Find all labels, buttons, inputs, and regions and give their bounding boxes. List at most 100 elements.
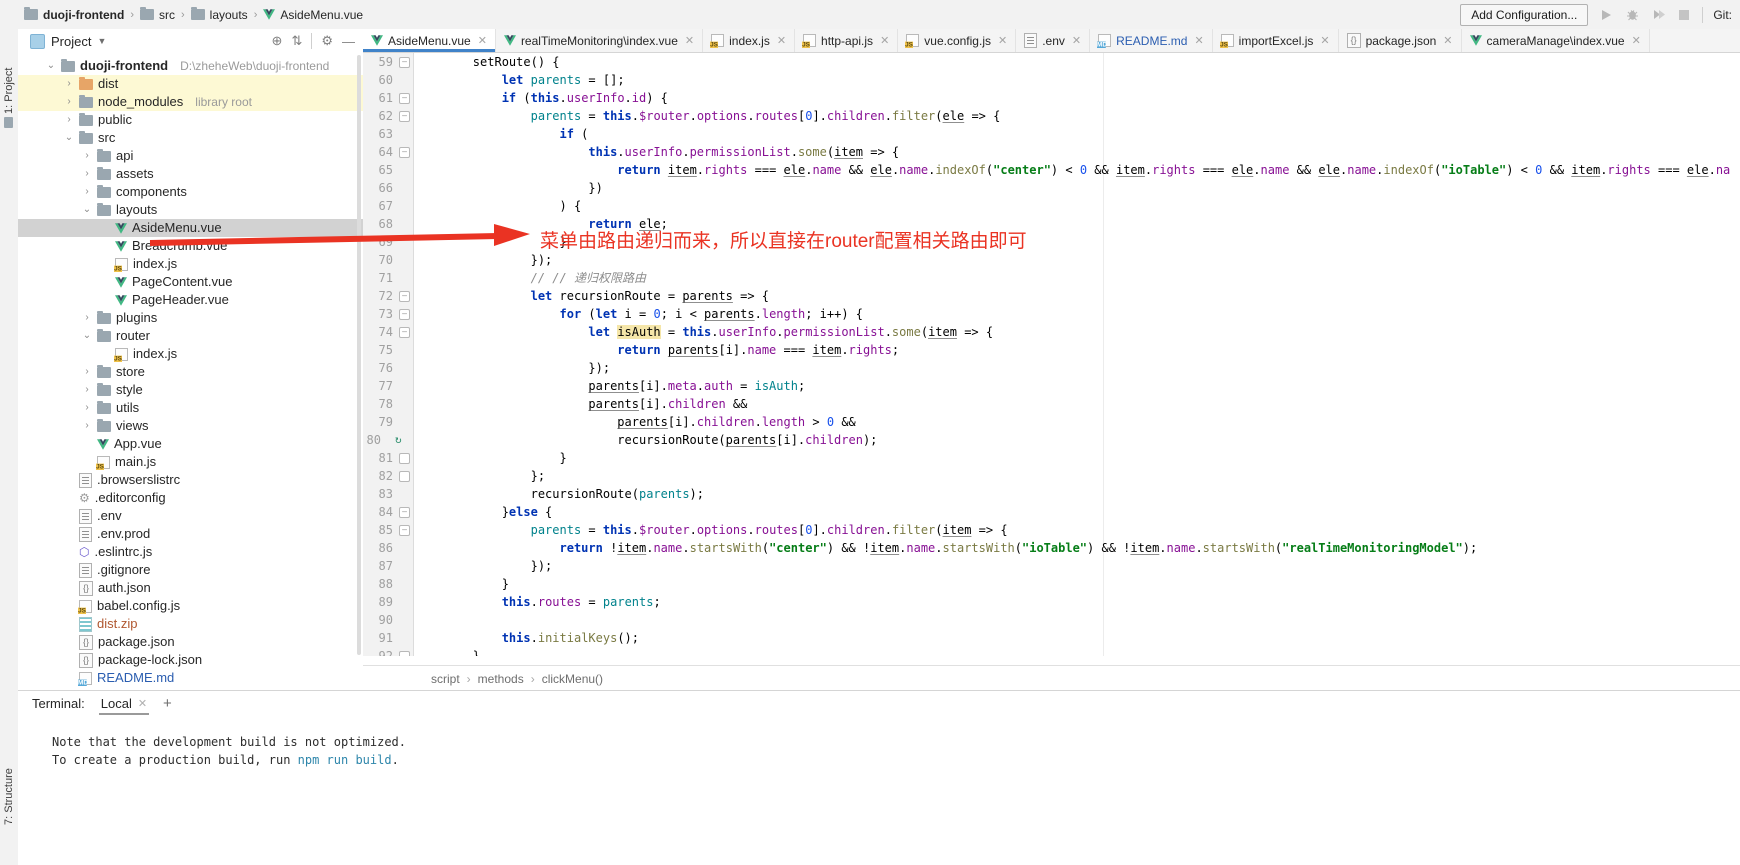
chevron-expanded-icon[interactable]: ⌄ (46, 57, 56, 75)
tree-item-views[interactable]: ›views (18, 417, 363, 435)
tree-item-components[interactable]: ›components (18, 183, 363, 201)
tree-item-dist[interactable]: ›dist (18, 75, 363, 93)
breadcrumb-item[interactable]: layouts (191, 8, 248, 22)
locate-icon[interactable]: ⊕ (272, 33, 283, 49)
chevron-expanded-icon[interactable]: ⌄ (82, 201, 92, 219)
fold-marker-icon[interactable]: – (399, 57, 410, 68)
fold-marker-icon[interactable]: – (399, 327, 410, 338)
editor-tab-asidemenu-vue[interactable]: AsideMenu.vue✕ (363, 29, 496, 52)
close-icon[interactable]: ✕ (777, 34, 786, 47)
close-icon[interactable]: ✕ (880, 34, 889, 47)
editor-tab-index-js[interactable]: JSindex.js✕ (703, 29, 795, 52)
chevron-collapsed-icon[interactable]: › (82, 363, 92, 381)
chevron-collapsed-icon[interactable]: › (82, 309, 92, 327)
coverage-icon[interactable] (1650, 7, 1666, 23)
fold-marker-icon[interactable] (399, 453, 410, 464)
project-scrollbar[interactable] (357, 55, 361, 655)
editor-breadcrumb-item[interactable]: script (431, 672, 460, 686)
chevron-collapsed-icon[interactable]: › (64, 111, 74, 129)
git-label[interactable]: Git: (1713, 8, 1732, 22)
debug-icon[interactable] (1624, 7, 1640, 23)
new-terminal-icon[interactable]: + (163, 695, 172, 712)
tree-item--env[interactable]: .env (18, 507, 363, 525)
tree-item-duoji-frontend[interactable]: ⌄duoji-frontendD:\zheheWeb\duoji-fronten… (18, 57, 363, 75)
fold-marker-icon[interactable]: – (399, 111, 410, 122)
tree-item-index-js[interactable]: JSindex.js (18, 255, 363, 273)
tree-item--eslintrc-js[interactable]: ⬡.eslintrc.js (18, 543, 363, 561)
editor-tab-vue-config-js[interactable]: JSvue.config.js✕ (898, 29, 1016, 52)
editor-breadcrumb-item[interactable]: clickMenu() (542, 672, 603, 686)
hide-icon[interactable]: — (342, 34, 355, 49)
close-icon[interactable]: ✕ (138, 697, 147, 710)
tree-item-app-vue[interactable]: App.vue (18, 435, 363, 453)
tree-item--env-prod[interactable]: .env.prod (18, 525, 363, 543)
tree-item-package-lock-json[interactable]: {}package-lock.json (18, 651, 363, 669)
tree-item-readme-md[interactable]: MDREADME.md (18, 669, 363, 687)
fold-marker-icon[interactable] (399, 651, 410, 656)
chevron-collapsed-icon[interactable]: › (82, 147, 92, 165)
tree-item--editorconfig[interactable]: ⚙.editorconfig (18, 489, 363, 507)
tree-item-breadcrumb-vue[interactable]: Breadcrumb.vue (18, 237, 363, 255)
fold-marker-icon[interactable]: – (399, 525, 410, 536)
project-view-selector[interactable]: Project ▼ (30, 34, 106, 49)
editor-tab-package-json[interactable]: {}package.json✕ (1339, 29, 1462, 52)
run-icon[interactable] (1598, 7, 1614, 23)
chevron-collapsed-icon[interactable]: › (64, 93, 74, 111)
tree-item-asidemenu-vue[interactable]: AsideMenu.vue (18, 219, 363, 237)
chevron-collapsed-icon[interactable]: › (82, 381, 92, 399)
add-configuration-button[interactable]: Add Configuration... (1460, 4, 1588, 26)
close-icon[interactable]: ✕ (1194, 34, 1203, 47)
tree-item-store[interactable]: ›store (18, 363, 363, 381)
tree-item-utils[interactable]: ›utils (18, 399, 363, 417)
tree-item-assets[interactable]: ›assets (18, 165, 363, 183)
editor-tab-readme-md[interactable]: MDREADME.md✕ (1090, 29, 1213, 52)
chevron-collapsed-icon[interactable]: › (82, 183, 92, 201)
tree-item-plugins[interactable]: ›plugins (18, 309, 363, 327)
fold-marker-icon[interactable]: – (399, 291, 410, 302)
tree-item-pagecontent-vue[interactable]: PageContent.vue (18, 273, 363, 291)
fold-marker-icon[interactable]: – (399, 93, 410, 104)
tree-item-layouts[interactable]: ⌄layouts (18, 201, 363, 219)
tool-window-structure-button[interactable]: 7: Structure (0, 735, 18, 825)
collapse-all-icon[interactable]: ⇅ (291, 33, 302, 49)
recursive-call-icon[interactable]: ↻ (395, 431, 402, 449)
terminal-tab-local[interactable]: Local ✕ (99, 691, 149, 715)
fold-marker-icon[interactable]: – (399, 309, 410, 320)
chevron-collapsed-icon[interactable]: › (82, 165, 92, 183)
tree-item-main-js[interactable]: JSmain.js (18, 453, 363, 471)
breadcrumb-item[interactable]: AsideMenu.vue (263, 8, 363, 22)
tree-item-package-json[interactable]: {}package.json (18, 633, 363, 651)
tree-item-node-modules[interactable]: ›node_moduleslibrary root (18, 93, 363, 111)
close-icon[interactable]: ✕ (1632, 34, 1641, 47)
tree-item-dist-zip[interactable]: dist.zip (18, 615, 363, 633)
close-icon[interactable]: ✕ (1320, 34, 1329, 47)
breadcrumb-item[interactable]: duoji-frontend (24, 8, 124, 22)
close-icon[interactable]: ✕ (478, 34, 487, 47)
chevron-collapsed-icon[interactable]: › (64, 75, 74, 93)
fold-marker-icon[interactable]: – (399, 507, 410, 518)
close-icon[interactable]: ✕ (1072, 34, 1081, 47)
code-editor[interactable]: 59–6061–62–6364–6566676869707172–73–74–7… (363, 53, 1740, 656)
fold-marker-icon[interactable]: – (399, 147, 410, 158)
tree-item-api[interactable]: ›api (18, 147, 363, 165)
editor-tab-http-api-js[interactable]: JShttp-api.js✕ (795, 29, 898, 52)
editor-tab-realtimemonitoring-index-vue[interactable]: realTimeMonitoring\index.vue✕ (496, 29, 703, 52)
settings-icon[interactable]: ⚙ (321, 33, 333, 49)
tree-item-public[interactable]: ›public (18, 111, 363, 129)
tree-item--browserslistrc[interactable]: .browserslistrc (18, 471, 363, 489)
chevron-collapsed-icon[interactable]: › (82, 417, 92, 435)
editor-tab--env[interactable]: .env✕ (1016, 29, 1090, 52)
editor-tab-cameramanage-index-vue[interactable]: cameraManage\index.vue✕ (1462, 29, 1650, 52)
close-icon[interactable]: ✕ (1443, 34, 1452, 47)
stop-icon[interactable] (1676, 7, 1692, 23)
tree-item-auth-json[interactable]: {}auth.json (18, 579, 363, 597)
close-icon[interactable]: ✕ (685, 34, 694, 47)
chevron-expanded-icon[interactable]: ⌄ (82, 327, 92, 345)
fold-marker-icon[interactable] (399, 471, 410, 482)
editor-tab-importexcel-js[interactable]: JSimportExcel.js✕ (1213, 29, 1339, 52)
breadcrumb-item[interactable]: src (140, 8, 175, 22)
tool-window-project-button[interactable]: 1: Project (0, 37, 18, 127)
tree-item--gitignore[interactable]: .gitignore (18, 561, 363, 579)
close-icon[interactable]: ✕ (998, 34, 1007, 47)
chevron-expanded-icon[interactable]: ⌄ (64, 129, 74, 147)
